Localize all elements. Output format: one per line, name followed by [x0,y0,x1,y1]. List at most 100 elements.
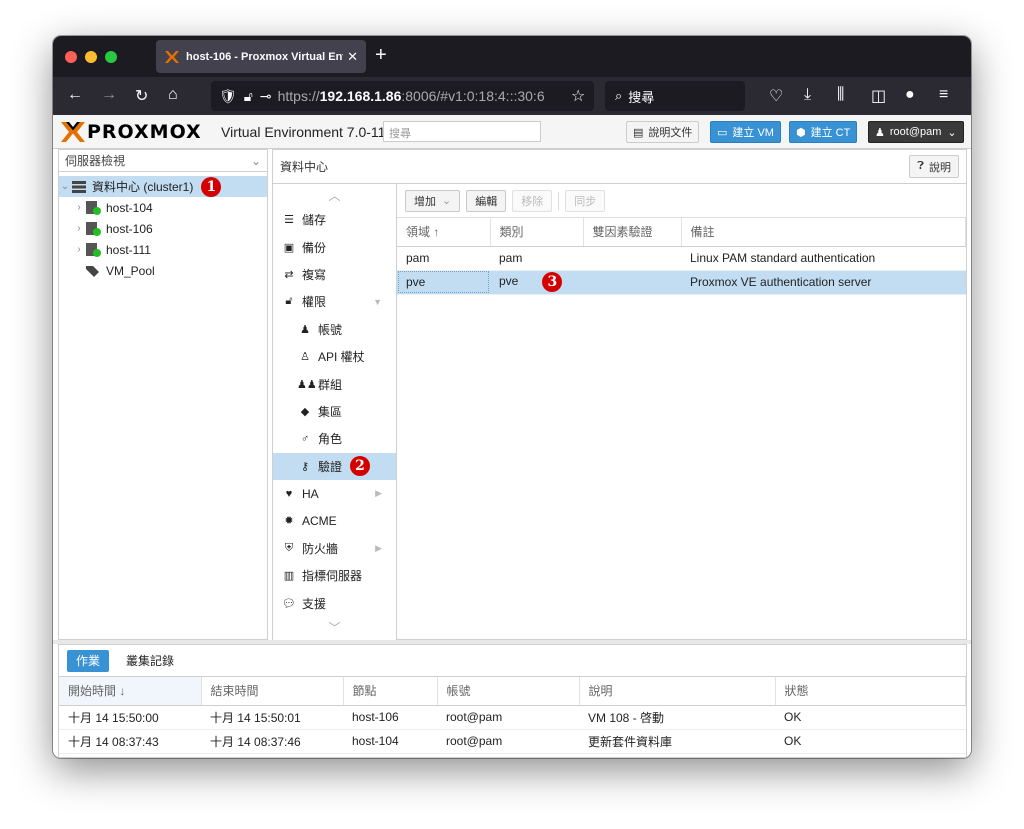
sync-label: 同步 [574,195,597,208]
floppy-icon: ▣ [283,241,295,254]
menu-item-storage[interactable]: ☰ 儲存 [273,206,396,233]
end-time-cell: 十月 14 08:37:46 [201,729,343,754]
status-cell: OK [775,729,966,754]
column-header-type[interactable]: 類別 [490,218,584,247]
close-window-button[interactable] [65,51,77,63]
browser-search-box[interactable]: ⌕ 搜尋 [605,81,745,111]
heartbeat-icon: ♥ [285,487,293,500]
scroll-down-icon[interactable]: ﹀ [273,617,396,639]
menu-item-firewall[interactable]: ⛨ 防火牆 ▶ [273,535,396,562]
menu-item-label: 支援 [302,596,327,611]
resource-search-input[interactable]: 搜尋 [383,121,541,142]
menu-item-api-tokens[interactable]: ♙ API 權杖 [273,343,396,370]
pocket-icon[interactable]: ♡ [769,86,783,106]
column-header-start-time[interactable]: 開始時間 ↓ [59,677,202,706]
menu-item-pools[interactable]: ◆ 集區 [273,398,396,425]
lock-warning-icon[interactable]: 🔓︎ [244,88,253,105]
column-header-comment[interactable]: 備註 [681,218,966,247]
proxmox-logo: PROXMOX [61,121,202,143]
tab-cluster-log[interactable]: 叢集記錄 [117,650,183,672]
new-tab-button[interactable]: + [375,44,387,67]
table-row[interactable]: pam pam Linux PAM standard authenticatio… [397,246,966,271]
edit-button[interactable]: 編輯 [466,189,507,212]
type-value: pve [499,274,519,289]
tree-item-node[interactable]: › host-104 [59,197,267,218]
menu-icon[interactable]: ≡ [939,86,948,104]
question-circle-icon: ❓︎ [917,160,924,172]
column-header-tfa[interactable]: 雙因素驗證 [583,218,682,247]
menu-item-label: 角色 [318,432,343,447]
menu-item-permissions[interactable]: 🔓︎ 權限 ▼ [273,288,396,315]
menu-item-users[interactable]: ♟ 帳號 [273,316,396,343]
menu-item-ha[interactable]: ♥ HA ▶ [273,480,396,507]
column-header-description[interactable]: 說明 [579,677,776,706]
menu-item-label: ACME [302,513,337,528]
browser-window: host-106 - Proxmox Virtual Envir ✕ + ← →… [53,36,971,758]
tree-item-datacenter[interactable]: ⌄ 資料中心 (cluster1) 1 [59,176,267,197]
expand-caret-icon[interactable]: › [73,244,85,255]
downloads-icon[interactable]: ⤓ [804,86,811,104]
account-avatar-icon[interactable]: ● [905,86,915,104]
key-icon[interactable]: ⊸ [260,88,272,105]
create-ct-button[interactable]: ⬢ 建立 CT [789,121,858,143]
start-time-cell: 十月 14 08:37:43 [59,729,201,754]
library-icon[interactable]: ⫼ [837,86,844,104]
column-header-realm[interactable]: 領域 ↑ [397,218,491,247]
zoom-window-button[interactable] [105,51,117,63]
tab-tasks[interactable]: 作業 [67,649,110,672]
bookmark-star-icon[interactable]: ☆ [571,86,585,106]
end-time-cell: 十月 14 15:50:01 [201,705,343,730]
user-cell: root@pam [437,729,579,754]
menu-item-groups[interactable]: ♟♟ 群組 [273,370,396,397]
sync-button[interactable]: 同步 [565,189,606,212]
table-row[interactable]: pve pve 3 Proxmox VE authentication serve… [397,270,966,295]
back-icon[interactable]: ← [67,86,83,104]
address-bar[interactable]: 🛡︎ 🔓︎ ⊸ https://192.168.1.86:8006/#v1:0:… [211,81,594,111]
forward-icon[interactable]: → [101,86,117,104]
column-header-user[interactable]: 帳號 [437,677,580,706]
remove-button[interactable]: 移除 [512,189,553,212]
menu-item-backup[interactable]: ▣ 備份 [273,233,396,260]
scroll-up-icon[interactable]: ︿ [273,184,396,206]
tree-item-node[interactable]: › host-106 [59,218,267,239]
menu-item-support[interactable]: 💬︎ 支援 [273,589,396,616]
menu-item-roles[interactable]: ♂ 角色 [273,425,396,452]
expand-caret-icon[interactable]: › [73,223,85,234]
menu-item-acme[interactable]: ✹ ACME [273,507,396,534]
table-row[interactable]: 十月 14 15:50:00 十月 14 15:50:01 host-106 r… [59,705,966,730]
start-time-cell: 十月 14 15:50:00 [59,705,201,730]
browser-search-placeholder: 搜尋 [628,89,655,105]
documentation-button[interactable]: ▤ 說明文件 [626,121,700,143]
reload-icon[interactable]: ↻ [135,86,148,106]
user-cell: root@pam [437,705,579,730]
browser-tab[interactable]: host-106 - Proxmox Virtual Envir ✕ [156,40,366,73]
description-cell: 更新套件資料庫 [579,729,775,754]
create-vm-button[interactable]: ▭ 建立 VM [710,121,781,143]
collapse-caret-icon[interactable]: ⌄ [59,181,71,192]
column-header-end-time[interactable]: 結束時間 [201,677,344,706]
shield-icon: ⛨ [284,541,294,554]
tree-item-pool[interactable]: VM_Pool [59,260,267,281]
comments-icon: 💬︎ [282,597,296,610]
table-row[interactable]: 十月 14 08:37:43 十月 14 08:37:46 host-104 r… [59,729,966,754]
resource-tree: ⌄ 資料中心 (cluster1) 1 › host-104 › host-10… [59,172,267,281]
close-tab-icon[interactable]: ✕ [347,49,358,65]
home-icon[interactable]: ⌂ [168,86,178,104]
column-header-node[interactable]: 節點 [343,677,438,706]
add-button[interactable]: 增加 ⌄ [405,189,461,212]
help-button[interactable]: ❓︎ 說明 [909,155,959,178]
log-panel: 作業 叢集記錄 開始時間 ↓ 結束時間 節點 帳號 說明 狀態 十月 14 15… [58,644,967,758]
menu-item-realms[interactable]: ⚷ 驗證 2 [273,452,396,480]
menu-item-metric-server[interactable]: ▥ 指標伺服器 [273,562,396,589]
view-selector[interactable]: 伺服器檢視 ⌄ [59,150,267,172]
sidebar-icon[interactable]: ◫ [871,86,886,106]
user-menu-button[interactable]: ♟ root@pam ⌄ [868,121,964,143]
minimize-window-button[interactable] [85,51,97,63]
status-cell: OK [775,705,966,730]
realm-cell: pve [397,270,490,295]
tree-item-node[interactable]: › host-111 [59,239,267,260]
expand-caret-icon[interactable]: › [73,202,85,213]
menu-item-replication[interactable]: ⇄ 複寫 [273,261,396,288]
shield-icon[interactable]: 🛡︎ [219,88,237,105]
column-header-status[interactable]: 狀態 [775,677,966,706]
